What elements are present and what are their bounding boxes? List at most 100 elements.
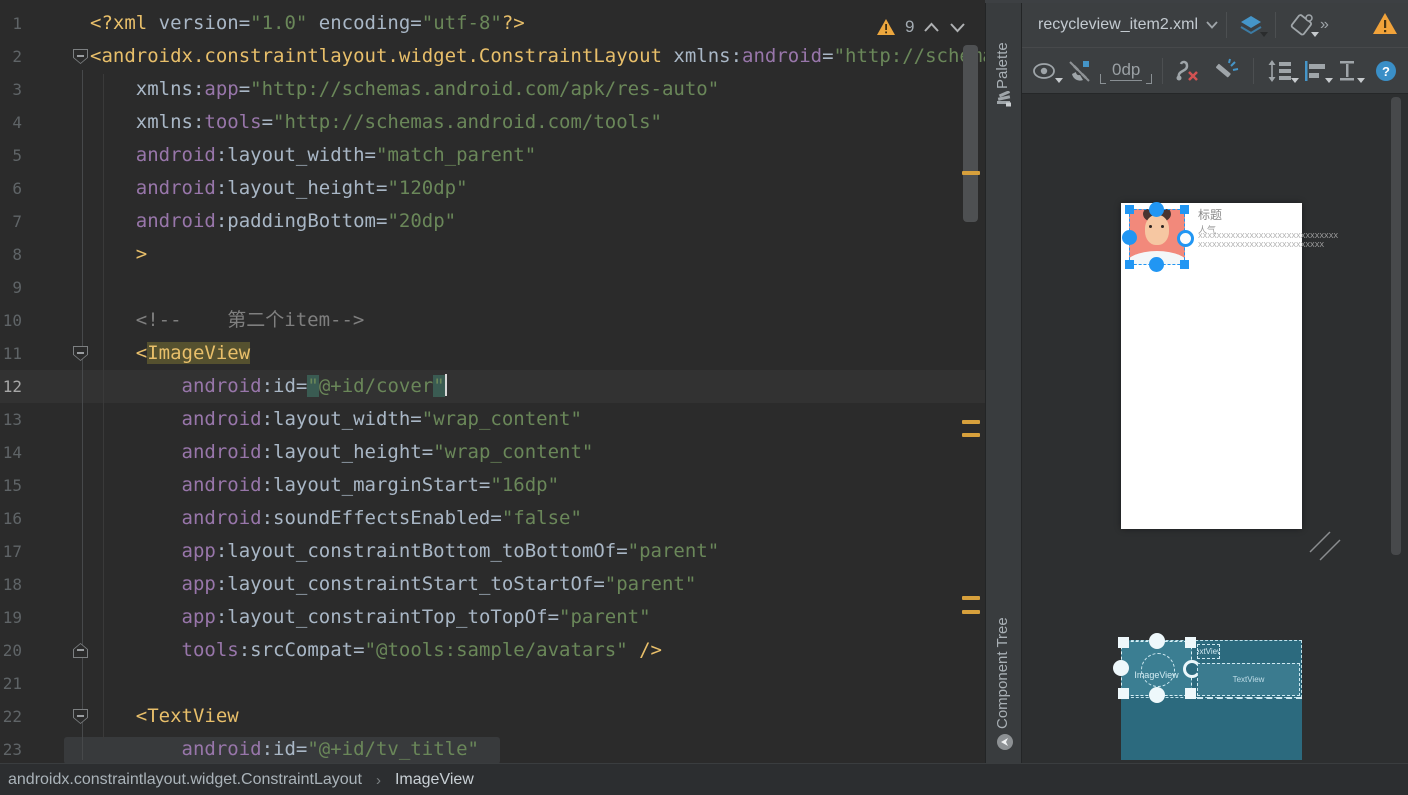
code-line-10[interactable]: 10 <!-- 第二个item--> xyxy=(0,304,985,337)
resize-handle-top-right[interactable] xyxy=(1180,205,1189,214)
code-line-7[interactable]: 7 android:paddingBottom="20dp" xyxy=(0,205,985,238)
line-number: 7 xyxy=(0,205,22,238)
warning-stripe-mark[interactable] xyxy=(962,610,980,614)
design-surface-mode-button[interactable] xyxy=(1235,10,1267,40)
code-line-13[interactable]: 13 android:layout_width="wrap_content" xyxy=(0,403,985,436)
help-button[interactable]: ? xyxy=(1376,61,1396,81)
breadcrumb-item-constraintlayout[interactable]: androidx.constraintlayout.widget.Constra… xyxy=(8,771,362,789)
toolbar-separator xyxy=(1275,12,1276,38)
code-text: xmlns:app="http://schemas.android.com/ap… xyxy=(90,73,719,106)
code-line-14[interactable]: 14 android:layout_height="wrap_content" xyxy=(0,436,985,469)
constraint-anchor-bottom[interactable] xyxy=(1149,257,1164,272)
code-line-16[interactable]: 16 android:soundEffectsEnabled="false" xyxy=(0,502,985,535)
code-line-3[interactable]: 3 xmlns:app="http://schemas.android.com/… xyxy=(0,73,985,106)
line-number: 11 xyxy=(0,337,22,370)
code-line-4[interactable]: 4 xmlns:tools="http://schemas.android.co… xyxy=(0,106,985,139)
bp-anchor-bottom[interactable] xyxy=(1149,687,1165,703)
fold-marker-line-20[interactable] xyxy=(73,643,88,658)
warning-stripe-mark[interactable] xyxy=(962,420,980,424)
code-text: <TextView xyxy=(90,700,239,733)
editor-scrollbar[interactable] xyxy=(963,45,978,222)
fold-marker-line-2[interactable] xyxy=(73,49,88,64)
magnet-off-icon xyxy=(1066,58,1094,84)
warning-stripe-mark[interactable] xyxy=(962,433,980,437)
toolbar-overflow-chevron[interactable]: » xyxy=(1320,16,1328,34)
autoconnect-toggle-button[interactable] xyxy=(1062,56,1098,86)
align-button[interactable] xyxy=(1298,56,1332,86)
bp-resize-handle[interactable] xyxy=(1118,688,1129,699)
design-surface[interactable]: 标题 人气 XXXXXXXXXXXXXXXXXXXXXXXXXXXXXX XXX… xyxy=(1022,94,1408,763)
design-file-tab[interactable]: recycleview_item2.xml xyxy=(1038,16,1218,34)
code-line-21[interactable]: 21 xyxy=(0,667,985,700)
orientation-button[interactable] xyxy=(1284,10,1318,40)
tab-palette[interactable]: Palette xyxy=(994,25,1011,89)
code-text: app:layout_constraintTop_toTopOf="parent… xyxy=(90,601,651,634)
bp-resize-handle[interactable] xyxy=(1185,688,1196,699)
blueprint-textview[interactable]: TextView xyxy=(1197,663,1300,696)
code-line-18[interactable]: 18 app:layout_constraintStart_toStartOf=… xyxy=(0,568,985,601)
code-line-9[interactable]: 9 xyxy=(0,271,985,304)
fold-marker-line-22[interactable] xyxy=(73,709,88,724)
default-margin-control[interactable]: 0dp xyxy=(1100,60,1152,82)
indent-guide-line xyxy=(103,74,104,740)
breadcrumb-separator: › xyxy=(376,772,381,789)
palette-icon[interactable] xyxy=(996,91,1013,108)
code-text: <?xml version="1.0" encoding="utf-8"?> xyxy=(90,7,525,40)
clear-constraints-button[interactable] xyxy=(1171,56,1207,86)
line-number: 2 xyxy=(0,40,22,73)
code-line-2[interactable]: 2 <androidx.constraintlayout.widget.Const… xyxy=(0,40,985,73)
infer-constraints-button[interactable] xyxy=(1207,56,1245,86)
blueprint-textview-title[interactable]: TextView xyxy=(1197,644,1220,659)
pack-button[interactable] xyxy=(1262,56,1298,86)
code-text: android:soundEffectsEnabled="false" xyxy=(90,502,582,535)
dropdown-arrow-icon xyxy=(1311,32,1319,37)
code-line-15[interactable]: 15 android:layout_marginStart="16dp" xyxy=(0,469,985,502)
code-line-19[interactable]: 19 app:layout_constraintTop_toTopOf="par… xyxy=(0,601,985,634)
code-line-11[interactable]: 11 <ImageView xyxy=(0,337,985,370)
render-warning-button[interactable] xyxy=(1372,12,1398,40)
warning-icon[interactable] xyxy=(876,18,896,36)
code-editor[interactable]: 1<?xml version="1.0" encoding="utf-8"?>2… xyxy=(0,0,985,763)
code-line-23[interactable]: 23 android:id="@+id/tv_title" xyxy=(0,733,985,763)
resize-handle-bottom-left[interactable] xyxy=(1125,260,1134,269)
line-number: 4 xyxy=(0,106,22,139)
design-scrollbar[interactable] xyxy=(1391,97,1401,555)
constraint-anchor-left[interactable] xyxy=(1122,230,1137,245)
distribute-button[interactable] xyxy=(1332,56,1364,86)
next-warning-icon[interactable] xyxy=(949,22,966,33)
previous-warning-icon[interactable] xyxy=(923,22,940,33)
code-line-12[interactable]: 12 android:id="@+id/cover" xyxy=(0,370,985,403)
component-tree-icon[interactable] xyxy=(996,733,1014,751)
constraint-anchor-top[interactable] xyxy=(1149,202,1164,217)
code-line-17[interactable]: 17 app:layout_constraintBottom_toBottomO… xyxy=(0,535,985,568)
canvas-resize-handle[interactable] xyxy=(1308,530,1342,564)
line-number: 5 xyxy=(0,139,22,172)
code-line-1[interactable]: 1<?xml version="1.0" encoding="utf-8"?> xyxy=(0,7,985,40)
tab-component-tree[interactable]: Component Tree xyxy=(994,607,1011,729)
bp-resize-handle[interactable] xyxy=(1118,637,1129,648)
resize-handle-top-left[interactable] xyxy=(1125,205,1134,214)
constraint-anchor-right[interactable] xyxy=(1177,230,1194,247)
breadcrumb-bar: androidx.constraintlayout.widget.Constra… xyxy=(0,763,1408,795)
fold-marker-line-11[interactable] xyxy=(73,346,88,361)
code-line-22[interactable]: 22 <TextView xyxy=(0,700,985,733)
layout-preview-card[interactable]: 标题 人气 XXXXXXXXXXXXXXXXXXXXXXXXXXXXXX XXX… xyxy=(1121,203,1302,529)
line-number: 3 xyxy=(0,73,22,106)
code-line-20[interactable]: 20 tools:srcCompat="@tools:sample/avatar… xyxy=(0,634,985,667)
resize-handle-bottom-right[interactable] xyxy=(1180,260,1189,269)
preview-title-text: 标题 xyxy=(1198,206,1222,223)
line-number: 12 xyxy=(0,370,22,403)
breadcrumb-item-imageview[interactable]: ImageView xyxy=(395,771,474,789)
bp-anchor-left[interactable] xyxy=(1113,660,1129,676)
code-line-5[interactable]: 5 android:layout_width="match_parent" xyxy=(0,139,985,172)
code-line-6[interactable]: 6 android:layout_height="120dp" xyxy=(0,172,985,205)
warning-stripe-mark[interactable] xyxy=(962,596,980,600)
view-options-button[interactable] xyxy=(1028,56,1062,86)
code-text: xmlns:tools="http://schemas.android.com/… xyxy=(90,106,662,139)
bp-resize-handle[interactable] xyxy=(1185,637,1196,648)
code-text: <androidx.constraintlayout.widget.Constr… xyxy=(90,40,985,73)
code-line-8[interactable]: 8 > xyxy=(0,238,985,271)
bp-anchor-top[interactable] xyxy=(1149,633,1165,649)
warning-stripe-mark[interactable] xyxy=(962,171,980,175)
blueprint-preview-card[interactable]: ImageView TextView TextView xyxy=(1121,640,1302,760)
